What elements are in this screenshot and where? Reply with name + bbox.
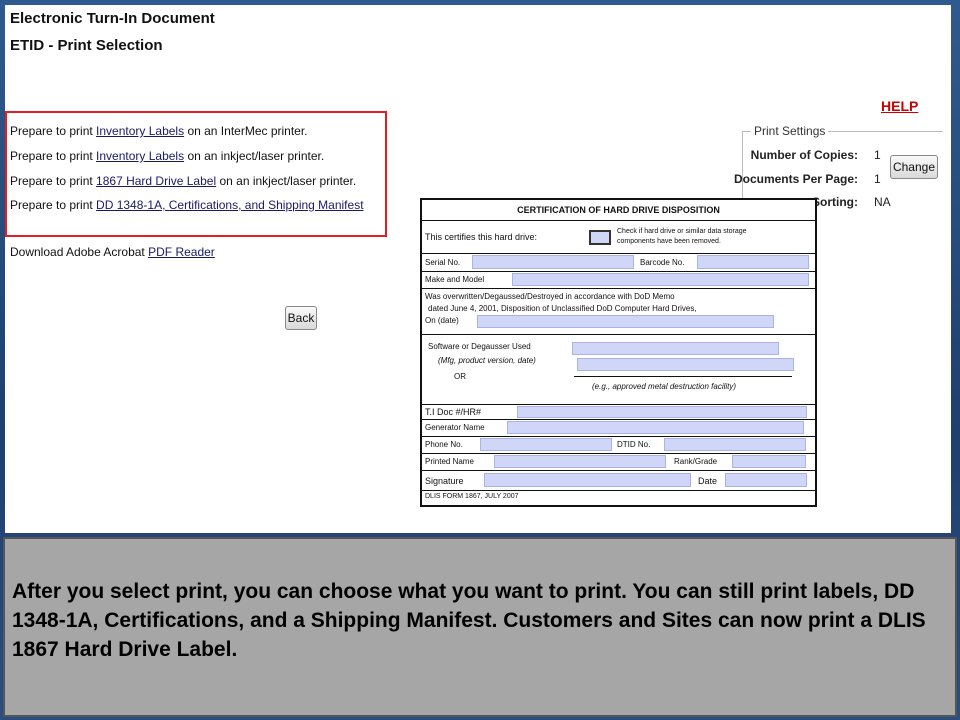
phone-field: [480, 438, 612, 451]
inventory-labels-inkjet-link[interactable]: Inventory Labels: [96, 149, 184, 163]
sign-date-field: [725, 473, 807, 487]
download-acrobat: Download Adobe Acrobat PDF Reader: [10, 245, 215, 259]
overwritten-text-1: Was overwritten/Degaussed/Destroyed in a…: [425, 292, 675, 301]
dtid-field: [664, 438, 806, 451]
copies-value: 1: [874, 148, 881, 162]
form-number: DLIS FORM 1867, JULY 2007: [425, 493, 519, 500]
rank-field: [732, 455, 806, 468]
printed-name-label: Printed Name: [425, 457, 474, 466]
certifies-text: This certifies this hard drive:: [425, 232, 538, 242]
serial-field: [472, 255, 634, 269]
dd1348-certifications-link[interactable]: DD 1348-1A, Certifications, and Shipping…: [96, 198, 363, 212]
print-option-inkjet: Prepare to print Inventory Labels on an …: [10, 149, 325, 163]
caption-box: After you select print, you can choose w…: [3, 537, 957, 717]
back-button[interactable]: Back: [285, 306, 317, 330]
help-link[interactable]: HELP: [881, 98, 918, 114]
page-title: Electronic Turn-In Document: [10, 10, 215, 27]
sorting-value: NA: [874, 195, 891, 209]
ti-doc-field: [517, 406, 807, 418]
on-date-label: On (date): [425, 316, 459, 325]
print-option-dd1348: Prepare to print DD 1348-1A, Certificati…: [10, 198, 364, 212]
software-field: [572, 342, 779, 355]
hard-drive-certificate: CERTIFICATION OF HARD DRIVE DISPOSITION …: [420, 198, 817, 507]
copies-label: Number of Copies:: [750, 148, 858, 162]
barcode-label: Barcode No.: [640, 258, 685, 267]
mfg-label: (Mfg, product version, date): [438, 356, 536, 365]
page-subtitle: ETID - Print Selection: [10, 37, 163, 54]
per-page-label: Documents Per Page:: [733, 172, 858, 186]
date-field: [477, 315, 774, 328]
phone-label: Phone No.: [425, 440, 463, 449]
generator-field: [507, 421, 804, 434]
date-label: Date: [698, 476, 718, 486]
per-page-value: 1: [874, 172, 881, 186]
serial-label: Serial No.: [425, 258, 461, 267]
make-model-label: Make and Model: [425, 275, 485, 284]
caption-text: After you select print, you can choose w…: [12, 580, 926, 661]
inventory-labels-intermec-link[interactable]: Inventory Labels: [96, 124, 184, 138]
mfg-field: [577, 358, 794, 371]
overwritten-text-2: dated June 4, 2001, Disposition of Uncla…: [428, 304, 697, 313]
print-settings-legend: Print Settings: [751, 124, 829, 138]
approved-note: (e.g., approved metal destruction facili…: [592, 382, 737, 391]
removed-checkbox: [589, 230, 611, 245]
ti-doc-label: T.I Doc #/HR#: [425, 407, 482, 417]
change-button[interactable]: Change: [890, 155, 938, 179]
make-model-field: [512, 273, 809, 286]
print-option-hard-drive: Prepare to print 1867 Hard Drive Label o…: [10, 174, 357, 188]
check-note: Check if hard drive or similar data stor…: [617, 228, 747, 235]
rank-label: Rank/Grade: [674, 457, 718, 466]
software-label: Software or Degausser Used: [428, 342, 531, 351]
certificate-title: CERTIFICATION OF HARD DRIVE DISPOSITION: [517, 205, 720, 215]
pdf-reader-link[interactable]: PDF Reader: [148, 245, 215, 259]
printed-name-field: [494, 455, 666, 468]
signature-field: [484, 473, 691, 487]
hard-drive-label-link[interactable]: 1867 Hard Drive Label: [96, 174, 216, 188]
signature-label: Signature: [425, 476, 464, 486]
generator-label: Generator Name: [425, 423, 485, 432]
print-option-intermec: Prepare to print Inventory Labels on an …: [10, 124, 308, 138]
barcode-field: [697, 255, 809, 269]
or-label: OR: [454, 372, 466, 381]
check-note-2: components have been removed.: [617, 238, 721, 245]
dtid-label: DTID No.: [617, 440, 651, 449]
